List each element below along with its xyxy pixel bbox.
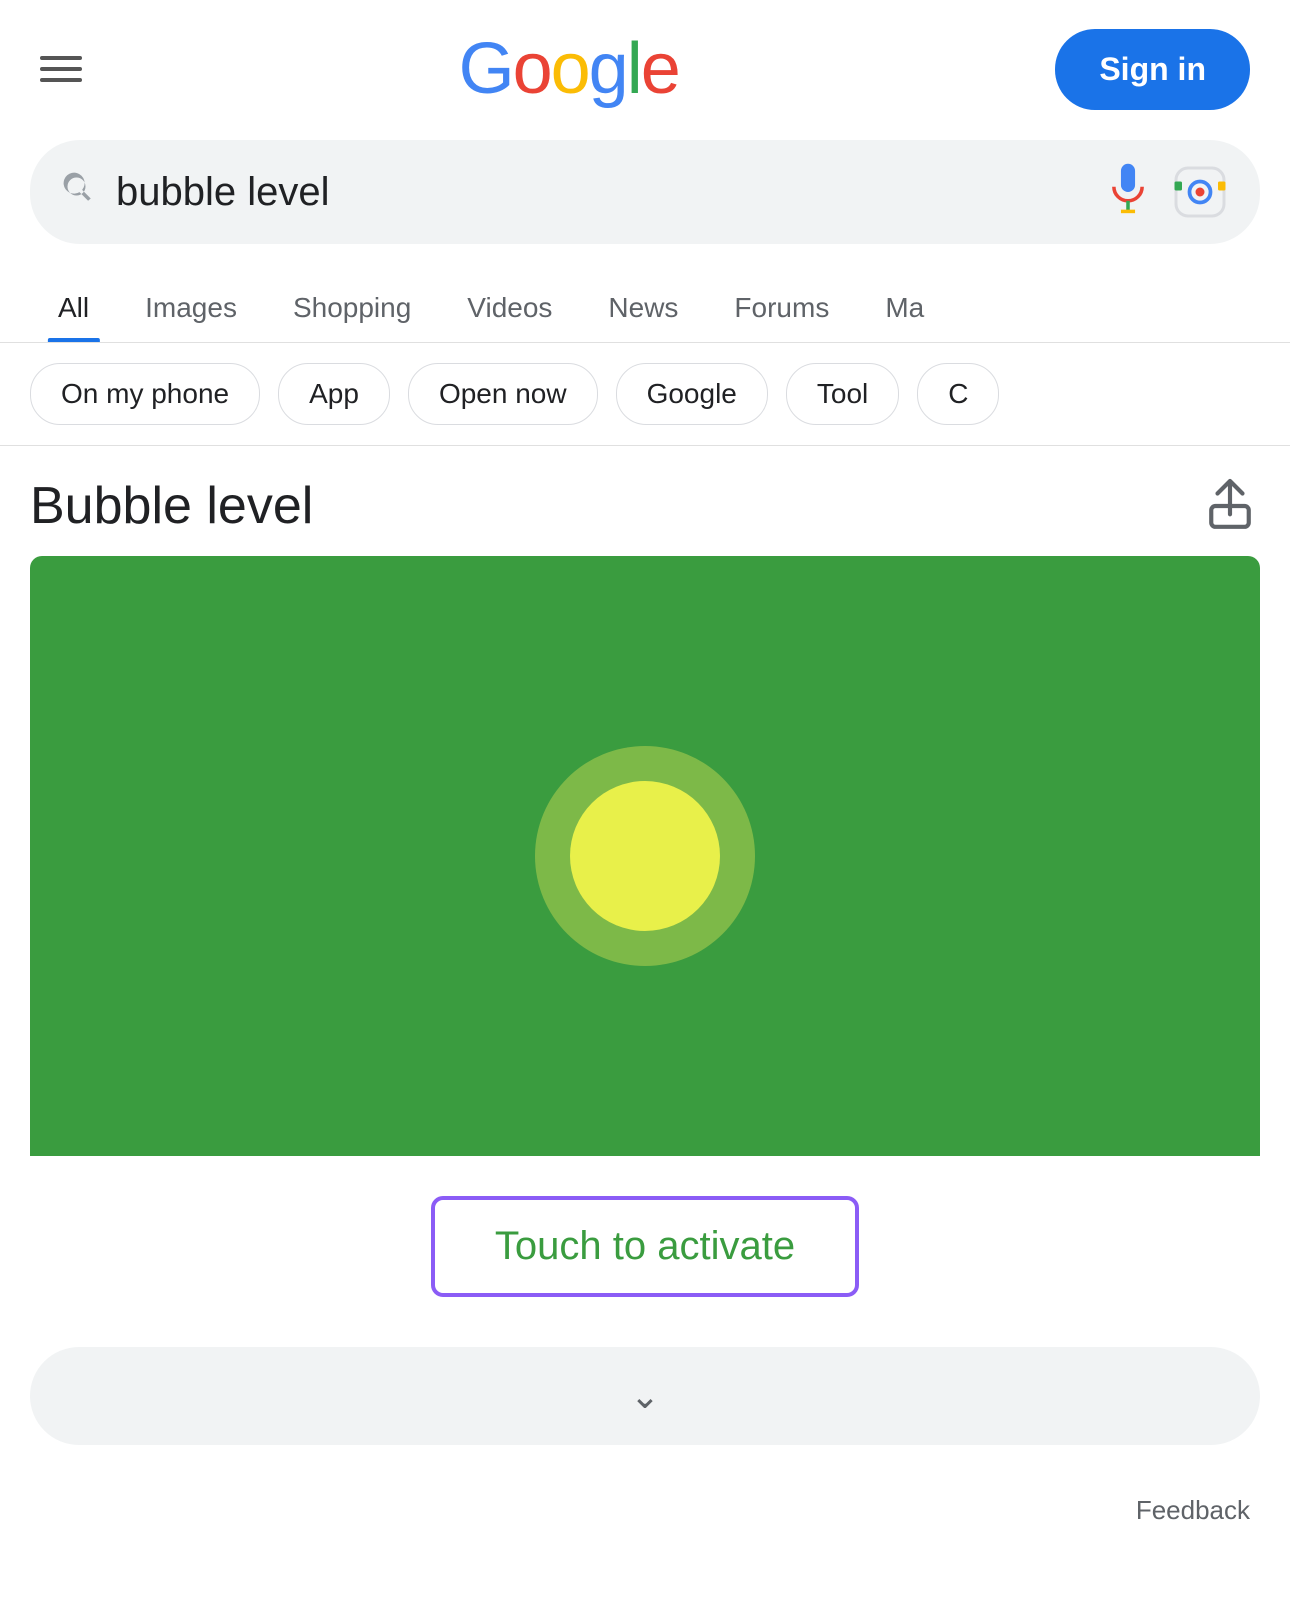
result-header: Bubble level [30,476,1260,536]
search-bar [30,140,1260,244]
tab-shopping[interactable]: Shopping [265,274,439,342]
hamburger-line-2 [40,67,82,71]
chevron-down-icon: ⌄ [630,1375,660,1417]
google-logo: Google [459,28,679,110]
chip-google[interactable]: Google [616,363,768,425]
result-section: Bubble level [0,446,1290,1156]
microphone-icon[interactable] [1106,162,1150,222]
tab-images[interactable]: Images [117,274,265,342]
expand-section[interactable]: ⌄ [30,1347,1260,1445]
search-container [0,130,1290,264]
bubble-inner [570,781,720,931]
chip-on-my-phone[interactable]: On my phone [30,363,260,425]
feedback-section: Feedback [0,1485,1290,1556]
filter-chips: On my phone App Open now Google Tool C [0,343,1290,446]
chip-app[interactable]: App [278,363,390,425]
touch-to-activate-button[interactable]: Touch to activate [431,1196,859,1297]
tab-all[interactable]: All [30,274,117,342]
search-input[interactable] [116,170,1086,215]
header: Google Sign in [0,0,1290,130]
result-title: Bubble level [30,476,313,536]
hamburger-line-3 [40,78,82,82]
tab-videos[interactable]: Videos [439,274,580,342]
bubble-level-widget[interactable] [30,556,1260,1156]
search-icon [60,170,96,215]
activate-section: Touch to activate [0,1156,1290,1337]
tab-forums[interactable]: Forums [706,274,857,342]
share-icon[interactable] [1200,476,1260,536]
hamburger-line-1 [40,56,82,60]
chip-tool[interactable]: Tool [786,363,899,425]
tab-news[interactable]: News [580,274,706,342]
bubble-outer [535,746,755,966]
chip-open-now[interactable]: Open now [408,363,598,425]
tab-maps[interactable]: Ma [857,274,952,342]
hamburger-menu-button[interactable] [40,56,82,82]
chip-more[interactable]: C [917,363,999,425]
sign-in-button[interactable]: Sign in [1055,29,1250,110]
search-tabs: All Images Shopping Videos News Forums M… [0,264,1290,343]
google-lens-icon[interactable] [1170,162,1230,222]
feedback-link[interactable]: Feedback [1136,1495,1250,1526]
